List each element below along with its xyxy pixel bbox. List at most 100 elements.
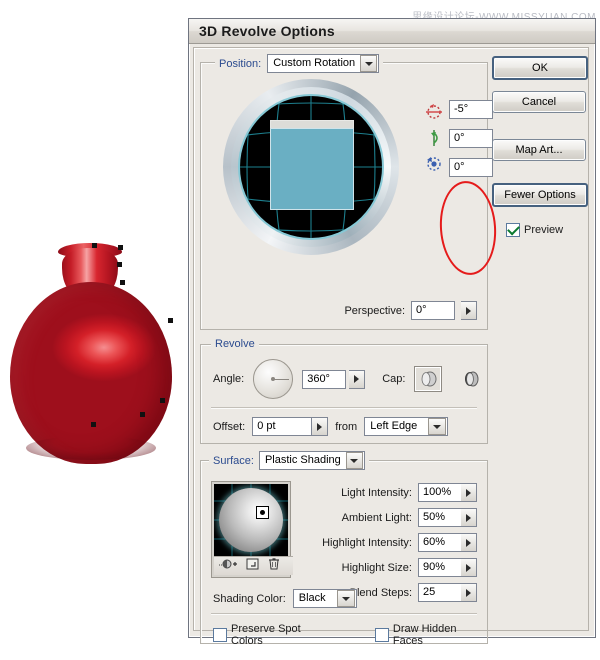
highlight-intensity-row: Highlight Intensity: 60% bbox=[307, 533, 477, 552]
rotate-y-axis-icon[interactable] bbox=[423, 125, 445, 151]
draw-hidden-faces-checkbox[interactable]: Draw Hidden Faces bbox=[374, 623, 487, 647]
light-preview-thumbnail[interactable] bbox=[211, 481, 293, 578]
vase-shadow bbox=[26, 436, 156, 460]
duplicate-light-icon[interactable] bbox=[246, 557, 259, 575]
anchor-point[interactable] bbox=[120, 280, 125, 285]
shading-color-value: Black bbox=[298, 592, 326, 604]
rotate-x-axis-icon[interactable] bbox=[423, 99, 445, 125]
position-preset-select[interactable]: Custom Rotation bbox=[267, 54, 380, 73]
angle-value: 360° bbox=[307, 372, 330, 385]
cap-hollow-button[interactable] bbox=[459, 367, 485, 391]
chevron-down-icon[interactable] bbox=[428, 418, 447, 435]
revolve-offset-row: Offset: 0 pt from Left Edge bbox=[213, 417, 449, 436]
position-preset-value: Custom Rotation bbox=[273, 57, 356, 69]
vase-artwork[interactable] bbox=[0, 240, 190, 540]
cancel-button[interactable]: Cancel bbox=[492, 91, 586, 113]
anchor-point[interactable] bbox=[168, 318, 173, 323]
rotation-axis-icons bbox=[423, 99, 445, 177]
blend-steps-value: 25 bbox=[423, 586, 436, 598]
offset-input[interactable]: 0 pt bbox=[252, 417, 313, 436]
light-intensity-label: Light Intensity: bbox=[341, 486, 412, 499]
surface-divider bbox=[211, 613, 477, 615]
highlight-intensity-stepper[interactable] bbox=[461, 533, 477, 552]
delete-light-icon[interactable] bbox=[268, 557, 280, 575]
highlight-size-input[interactable]: 90% bbox=[418, 558, 462, 577]
fewer-options-button[interactable]: Fewer Options bbox=[492, 183, 588, 207]
rotation-fields: -5° 0° 0° bbox=[449, 99, 493, 186]
light-intensity-input[interactable]: 100% bbox=[418, 483, 462, 502]
angle-input[interactable]: 360° bbox=[302, 369, 347, 389]
blend-steps-input[interactable]: 25 bbox=[418, 583, 462, 602]
highlight-intensity-input[interactable]: 60% bbox=[418, 533, 462, 552]
anchor-point[interactable] bbox=[91, 422, 96, 427]
blend-steps-label: Blend Steps: bbox=[349, 586, 412, 599]
shading-color-select[interactable]: Black bbox=[292, 589, 357, 608]
trackball-sphere[interactable] bbox=[240, 96, 382, 238]
highlight-size-stepper[interactable] bbox=[461, 558, 477, 577]
light-intensity-stepper[interactable] bbox=[461, 483, 477, 502]
preview-checkbox[interactable]: Preview bbox=[492, 223, 584, 237]
blend-steps-stepper[interactable] bbox=[461, 583, 477, 602]
position-label: Position: bbox=[219, 57, 262, 70]
surface-group: Surface: Plastic Shading Light Intensity… bbox=[200, 451, 488, 647]
ambient-light-stepper[interactable] bbox=[461, 508, 477, 527]
highlight-size-row: Highlight Size: 90% bbox=[307, 558, 477, 577]
preserve-spot-colors-label: Preserve Spot Colors bbox=[231, 623, 301, 647]
preview-label: Preview bbox=[524, 224, 564, 236]
offset-label: Offset: bbox=[213, 420, 246, 433]
highlight-intensity-label: Highlight Intensity: bbox=[322, 536, 412, 549]
light-sphere-canvas[interactable] bbox=[214, 484, 288, 556]
new-light-icon[interactable] bbox=[219, 557, 237, 575]
ok-button[interactable]: OK bbox=[492, 56, 588, 80]
anchor-point[interactable] bbox=[160, 398, 165, 403]
light-intensity-row: Light Intensity: 100% bbox=[307, 483, 477, 502]
rotate-z-axis-icon[interactable] bbox=[423, 151, 445, 177]
revolve-angle-row: Angle: 360° Cap: bbox=[213, 359, 485, 399]
highlight-intensity-value: 60% bbox=[423, 536, 446, 548]
revolve-group: Revolve Angle: 360° Cap: Offset: 0 pt fr… bbox=[200, 338, 488, 444]
surface-shading-select[interactable]: Plastic Shading bbox=[258, 451, 365, 470]
dialog-titlebar[interactable]: 3D Revolve Options bbox=[189, 19, 595, 44]
checkbox-box[interactable] bbox=[213, 628, 227, 642]
anchor-point[interactable] bbox=[140, 412, 145, 417]
perspective-label: Perspective: bbox=[344, 304, 405, 317]
chevron-down-icon[interactable] bbox=[360, 55, 378, 72]
dialog-body: Position: Custom Rotation -5° 0° 0° Pers… bbox=[193, 47, 589, 647]
chevron-down-icon[interactable] bbox=[336, 590, 355, 607]
cap-label: Cap: bbox=[382, 373, 406, 385]
perspective-input[interactable]: 0° bbox=[411, 301, 455, 320]
light-position-marker[interactable] bbox=[256, 506, 269, 519]
surface-label: Surface: bbox=[213, 454, 254, 467]
rotation-z-value: 0° bbox=[454, 161, 465, 173]
checkbox-box[interactable] bbox=[506, 223, 520, 237]
perspective-stepper[interactable] bbox=[461, 301, 477, 320]
ambient-light-input[interactable]: 50% bbox=[418, 508, 462, 527]
highlight-size-value: 90% bbox=[423, 561, 446, 573]
anchor-point[interactable] bbox=[118, 245, 123, 250]
draw-hidden-faces-label: Draw Hidden Faces bbox=[392, 623, 457, 647]
offset-stepper[interactable] bbox=[312, 417, 329, 436]
angle-stepper[interactable] bbox=[349, 369, 366, 389]
rotation-y-input[interactable]: 0° bbox=[449, 129, 493, 148]
anchor-point[interactable] bbox=[117, 262, 122, 267]
rotation-trackball[interactable] bbox=[223, 79, 399, 255]
checkbox-box[interactable] bbox=[374, 628, 389, 642]
cap-solid-button[interactable] bbox=[414, 366, 443, 392]
preserve-spot-colors-checkbox[interactable]: Preserve Spot Colors bbox=[213, 623, 333, 647]
3d-revolve-options-dialog[interactable]: 3D Revolve Options Position: Custom Rota… bbox=[188, 18, 596, 647]
rotation-x-input[interactable]: -5° bbox=[449, 100, 493, 119]
dialog-left-column: Position: Custom Rotation -5° 0° 0° Pers… bbox=[200, 52, 500, 647]
anchor-point[interactable] bbox=[92, 243, 97, 248]
light-sphere bbox=[219, 488, 283, 552]
cube-front-face bbox=[270, 128, 354, 210]
offset-from-select[interactable]: Left Edge bbox=[364, 417, 449, 436]
highlight-size-label: Highlight Size: bbox=[341, 561, 412, 574]
map-art-button[interactable]: Map Art... bbox=[492, 139, 586, 161]
rotation-x-value: -5° bbox=[454, 103, 469, 115]
revolve-divider bbox=[211, 407, 477, 409]
position-group: Position: Custom Rotation -5° 0° 0° Pers… bbox=[200, 54, 500, 330]
angle-dial[interactable] bbox=[253, 359, 294, 399]
chevron-down-icon[interactable] bbox=[345, 452, 363, 469]
rotation-z-input[interactable]: 0° bbox=[449, 158, 493, 177]
dialog-button-column: OK Cancel Map Art... Fewer Options Previ… bbox=[492, 56, 588, 237]
